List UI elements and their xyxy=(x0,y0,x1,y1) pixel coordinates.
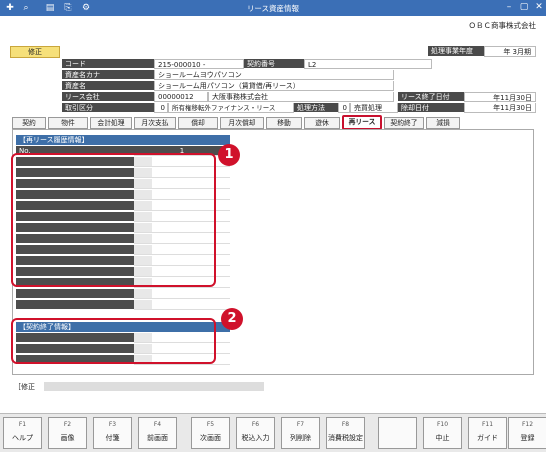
method-value: 売買処理 xyxy=(350,103,398,113)
re-lease-history-title: 【再リース履歴情報】 xyxy=(16,135,230,145)
contract-no-value: L2 xyxy=(304,59,432,69)
fkey-label: 中止 xyxy=(435,434,450,442)
fkey-number: F6 xyxy=(251,421,260,428)
company-name: ＯＢＣ商事株式会社 xyxy=(468,21,537,30)
history-label xyxy=(16,300,134,310)
lease-end-value: 年11月30日 xyxy=(464,92,536,102)
fkey-f3[interactable]: F3 付箋 xyxy=(93,417,132,449)
lease-company-value: 大阪事務株式会社 xyxy=(208,92,394,102)
tab-contract[interactable]: 契約 xyxy=(12,117,46,129)
fkey-f1[interactable]: F1 ヘルプ xyxy=(3,417,42,449)
fkey-number: F2 xyxy=(63,421,72,428)
bottom-status: ［修正 xyxy=(14,382,534,392)
minimize-icon[interactable]: – xyxy=(502,1,516,14)
tab-transfer[interactable]: 移動 xyxy=(266,117,302,129)
fiscal-label: 処理事業年度 xyxy=(428,46,484,57)
close-icon[interactable]: ✕ xyxy=(532,1,546,14)
window-title: リース資産情報 xyxy=(246,4,300,13)
function-key-bar: F1 ヘルプ F2 画像 F3 付箋 F4 前画面 F5 次画面 F6 税込入力 F7 列削除 F8 消費税設… xyxy=(0,413,546,452)
history-row xyxy=(16,300,230,310)
fiscal-value: 年 3月期 xyxy=(484,46,536,57)
lease-company-code: 00000012 xyxy=(154,92,208,102)
fkey-f10[interactable]: F10 中止 xyxy=(423,417,462,449)
history-value[interactable] xyxy=(134,289,230,299)
status-blur xyxy=(44,382,264,391)
fkey-f7[interactable]: F7 列削除 xyxy=(281,417,320,449)
fkey-label: 画像 xyxy=(60,434,75,442)
history-value[interactable] xyxy=(134,300,230,310)
tab-depreciation[interactable]: 償却 xyxy=(178,117,218,129)
tab-monthly-depreciation[interactable]: 月次償却 xyxy=(220,117,264,129)
bottom-status-label: ［修正 xyxy=(14,383,35,391)
code-label: コード xyxy=(62,59,154,69)
callout-box-1 xyxy=(11,153,216,287)
fkey-label: 次画面 xyxy=(200,434,221,442)
fkey-number: F4 xyxy=(153,421,162,428)
tab-idle[interactable]: 遊休 xyxy=(304,117,340,129)
fkey-f4[interactable]: F4 前画面 xyxy=(138,417,177,449)
fkey-f6[interactable]: F6 税込入力 xyxy=(236,417,275,449)
fkey-number: F5 xyxy=(206,421,215,428)
disposal-value: 年11月30日 xyxy=(464,103,536,113)
asset-kana-value: ショールームヨウパソコン xyxy=(154,70,394,80)
tab-property[interactable]: 物件 xyxy=(48,117,88,129)
header-info: コード 215-000010 - 契約番号 L2 資産名カナ ショールームヨウパ… xyxy=(62,59,536,114)
fkey-label: 前画面 xyxy=(147,434,168,442)
fkey-label: 税込入力 xyxy=(241,434,270,442)
status-badge: 修正 xyxy=(10,46,60,58)
fkey-number: F8 xyxy=(341,421,350,428)
maximize-icon[interactable]: ▢ xyxy=(517,1,531,14)
contract-no-label: 契約番号 xyxy=(244,59,304,69)
lease-end-label: リース終了日付 xyxy=(398,92,464,102)
fkey-number: F12 xyxy=(521,421,534,428)
history-code xyxy=(134,300,152,309)
title-bar: ✚ ⌕ ▤ ⎘ ⚙ リース資産情報 – ▢ ✕ xyxy=(0,0,546,16)
fkey-f11[interactable]: F11 ガイド xyxy=(468,417,507,449)
fkey-label: 付箋 xyxy=(105,434,120,442)
tab-re-lease[interactable]: 再リース xyxy=(342,115,382,130)
fkey-number: F10 xyxy=(436,421,449,428)
fkey-label: 登録 xyxy=(520,434,535,442)
callout-box-2 xyxy=(11,318,216,364)
transaction-value: 所有権移転外ファイナンス・リース xyxy=(168,103,294,113)
callout-number-1: 1 xyxy=(218,144,240,166)
fkey-label: ヘルプ xyxy=(12,434,33,442)
callout-number-2: 2 xyxy=(221,308,243,330)
fkey-number: F7 xyxy=(296,421,305,428)
fkey-f2[interactable]: F2 画像 xyxy=(48,417,87,449)
history-code xyxy=(134,289,152,298)
method-label: 処理方法 xyxy=(294,103,338,113)
asset-kana-label: 資産名カナ xyxy=(62,70,154,80)
asset-name-label: 資産名 xyxy=(62,81,154,91)
fkey-number: F11 xyxy=(481,421,494,428)
transaction-label: 取引区分 xyxy=(62,103,154,113)
fkey-f5[interactable]: F5 次画面 xyxy=(191,417,230,449)
tab-contract-end[interactable]: 契約終了 xyxy=(384,117,424,129)
history-row xyxy=(16,289,230,299)
history-label xyxy=(16,289,134,299)
fkey-number: F3 xyxy=(108,421,117,428)
code-value[interactable]: 215-000010 - xyxy=(154,59,244,69)
lease-company-label: リース会社 xyxy=(62,92,154,102)
fkey-blank[interactable] xyxy=(378,417,417,449)
fkey-label: ガイド xyxy=(477,434,498,442)
tab-accounting[interactable]: 会計処理 xyxy=(90,117,132,129)
fkey-number: F1 xyxy=(18,421,27,428)
method-code: 0 xyxy=(338,103,350,113)
fkey-f8[interactable]: F8 消費税設定 xyxy=(326,417,365,449)
fkey-f12[interactable]: F12 登録 xyxy=(508,417,546,449)
tab-monthly-payment[interactable]: 月次支払 xyxy=(134,117,176,129)
fkey-label: 列削除 xyxy=(290,434,311,442)
fkey-label: 消費税設定 xyxy=(328,434,363,442)
tab-impairment[interactable]: 減損 xyxy=(426,117,460,129)
asset-name-value: ショールーム用パソコン（賃貸借/再リース） xyxy=(154,81,394,91)
disposal-label: 除却日付 xyxy=(398,103,464,113)
transaction-code: 0 xyxy=(154,103,168,113)
